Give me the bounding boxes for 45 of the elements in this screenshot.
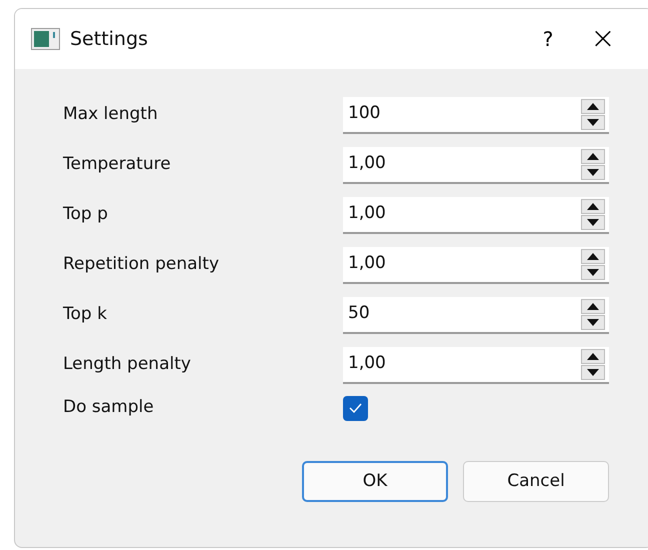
dialog-button[interactable]: OK <box>302 461 448 502</box>
caret-up-icon <box>587 202 599 210</box>
spin-up-button[interactable] <box>581 198 605 214</box>
number-field[interactable]: 1,00 <box>343 246 579 284</box>
help-button[interactable]: ? <box>523 24 573 54</box>
close-button[interactable]: × <box>573 24 633 54</box>
field-label: Length penalty <box>63 354 191 374</box>
spin-up-button[interactable] <box>581 298 605 314</box>
caret-down-icon <box>587 368 599 376</box>
caret-down-icon <box>587 318 599 326</box>
caret-up-icon <box>587 102 599 110</box>
field-label: Repetition penalty <box>63 254 220 274</box>
spin-up-button[interactable] <box>581 148 605 164</box>
spin-down-button[interactable] <box>581 164 605 180</box>
number-field[interactable]: 50 <box>343 296 579 334</box>
number-field[interactable]: 1,00 <box>343 346 579 384</box>
field-label: Max length <box>63 104 158 124</box>
caret-up-icon <box>587 252 599 260</box>
spin-down-button[interactable] <box>581 214 605 230</box>
field-label: Top p <box>63 204 108 224</box>
spin-up-button[interactable] <box>581 98 605 114</box>
spin-up-button[interactable] <box>581 248 605 264</box>
app-icon <box>31 28 60 50</box>
window-title: Settings <box>70 26 148 52</box>
field-label: Do sample <box>63 397 154 418</box>
caret-down-icon <box>587 268 599 276</box>
caret-up-icon <box>587 302 599 310</box>
caret-down-icon <box>587 218 599 226</box>
dialog-button[interactable]: Cancel <box>463 461 609 502</box>
field-label: Temperature <box>63 154 171 174</box>
spin-down-button[interactable] <box>581 364 605 380</box>
checkmark-icon <box>349 403 362 413</box>
number-field[interactable]: 1,00 <box>343 196 579 234</box>
checkbox[interactable] <box>343 396 368 420</box>
caret-up-icon <box>587 352 599 360</box>
field-label: Top k <box>63 304 107 324</box>
caret-down-icon <box>587 168 599 176</box>
spin-down-button[interactable] <box>581 314 605 330</box>
spin-up-button[interactable] <box>581 348 605 364</box>
spin-down-button[interactable] <box>581 264 605 280</box>
spin-down-button[interactable] <box>581 114 605 130</box>
caret-down-icon <box>587 118 599 126</box>
number-field[interactable]: 1,00 <box>343 146 579 184</box>
number-field[interactable]: 100 <box>343 96 579 134</box>
caret-up-icon <box>587 152 599 160</box>
